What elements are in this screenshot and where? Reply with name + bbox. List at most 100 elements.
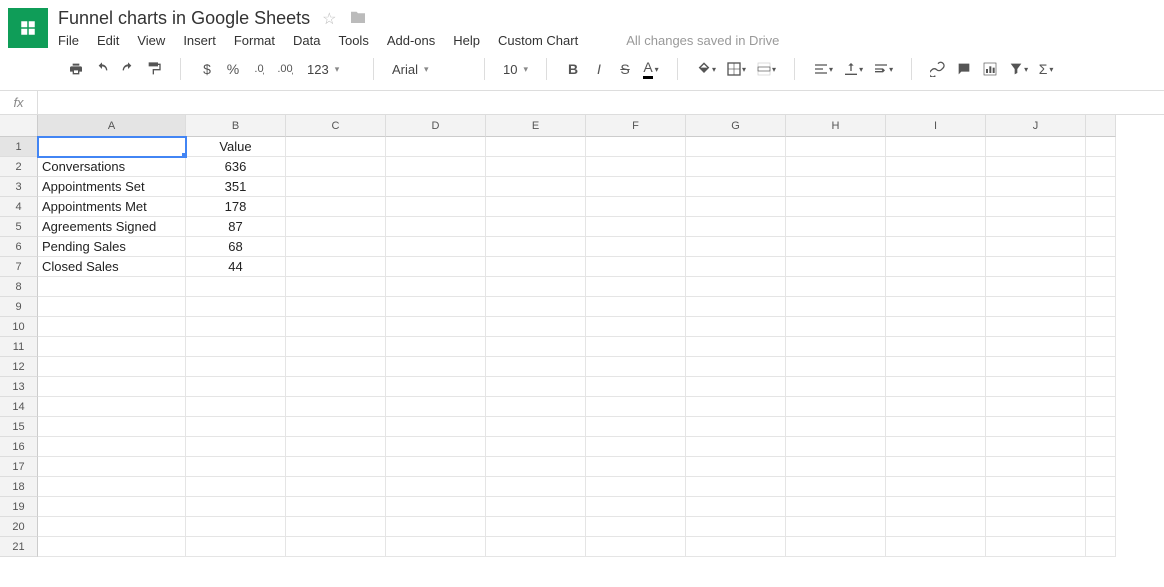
cell-E20[interactable] — [486, 517, 586, 537]
cell-J20[interactable] — [986, 517, 1086, 537]
cell-overflow-8[interactable] — [1086, 277, 1116, 297]
col-header-J[interactable]: J — [986, 115, 1086, 137]
bold-icon[interactable]: B — [561, 56, 585, 82]
cell-E9[interactable] — [486, 297, 586, 317]
cell-J1[interactable] — [986, 137, 1086, 157]
cell-I12[interactable] — [886, 357, 986, 377]
cell-F14[interactable] — [586, 397, 686, 417]
cell-F10[interactable] — [586, 317, 686, 337]
cell-overflow-14[interactable] — [1086, 397, 1116, 417]
cell-B21[interactable] — [186, 537, 286, 557]
cell-G21[interactable] — [686, 537, 786, 557]
menu-view[interactable]: View — [137, 33, 165, 48]
cell-overflow-12[interactable] — [1086, 357, 1116, 377]
cell-H13[interactable] — [786, 377, 886, 397]
cell-A15[interactable] — [38, 417, 186, 437]
cell-B15[interactable] — [186, 417, 286, 437]
row-header-1[interactable]: 1 — [0, 137, 38, 157]
cell-E3[interactable] — [486, 177, 586, 197]
menu-insert[interactable]: Insert — [183, 33, 216, 48]
cell-A2[interactable]: Conversations — [38, 157, 186, 177]
menu-tools[interactable]: Tools — [338, 33, 368, 48]
row-header-2[interactable]: 2 — [0, 157, 38, 177]
cell-D19[interactable] — [386, 497, 486, 517]
cell-D13[interactable] — [386, 377, 486, 397]
cell-G5[interactable] — [686, 217, 786, 237]
percent-icon[interactable]: % — [221, 56, 245, 82]
cell-H15[interactable] — [786, 417, 886, 437]
cell-H11[interactable] — [786, 337, 886, 357]
cell-G10[interactable] — [686, 317, 786, 337]
vertical-align-icon[interactable]: ▾ — [839, 56, 867, 82]
cell-A6[interactable]: Pending Sales — [38, 237, 186, 257]
cell-overflow-9[interactable] — [1086, 297, 1116, 317]
paint-format-icon[interactable] — [142, 56, 166, 82]
cell-E12[interactable] — [486, 357, 586, 377]
cell-J16[interactable] — [986, 437, 1086, 457]
cell-C21[interactable] — [286, 537, 386, 557]
fill-color-icon[interactable]: ▾ — [692, 56, 720, 82]
cell-J17[interactable] — [986, 457, 1086, 477]
insert-chart-icon[interactable] — [978, 56, 1002, 82]
cell-A8[interactable] — [38, 277, 186, 297]
cell-G13[interactable] — [686, 377, 786, 397]
cell-C18[interactable] — [286, 477, 386, 497]
row-header-6[interactable]: 6 — [0, 237, 38, 257]
formula-input[interactable] — [38, 91, 1164, 114]
cell-I7[interactable] — [886, 257, 986, 277]
cell-B12[interactable] — [186, 357, 286, 377]
cell-I21[interactable] — [886, 537, 986, 557]
row-header-3[interactable]: 3 — [0, 177, 38, 197]
cell-C17[interactable] — [286, 457, 386, 477]
cell-I10[interactable] — [886, 317, 986, 337]
cell-G2[interactable] — [686, 157, 786, 177]
cell-E7[interactable] — [486, 257, 586, 277]
cell-H9[interactable] — [786, 297, 886, 317]
cell-I9[interactable] — [886, 297, 986, 317]
cell-E1[interactable] — [486, 137, 586, 157]
cell-overflow-13[interactable] — [1086, 377, 1116, 397]
row-header-17[interactable]: 17 — [0, 457, 38, 477]
filter-icon[interactable]: ▾ — [1004, 56, 1032, 82]
cell-H6[interactable] — [786, 237, 886, 257]
col-header-G[interactable]: G — [686, 115, 786, 137]
cell-B8[interactable] — [186, 277, 286, 297]
row-header-16[interactable]: 16 — [0, 437, 38, 457]
menu-edit[interactable]: Edit — [97, 33, 119, 48]
cell-overflow-15[interactable] — [1086, 417, 1116, 437]
cell-E5[interactable] — [486, 217, 586, 237]
cell-A18[interactable] — [38, 477, 186, 497]
cell-overflow-10[interactable] — [1086, 317, 1116, 337]
menu-format[interactable]: Format — [234, 33, 275, 48]
cell-I2[interactable] — [886, 157, 986, 177]
cell-G12[interactable] — [686, 357, 786, 377]
cell-G8[interactable] — [686, 277, 786, 297]
cell-A9[interactable] — [38, 297, 186, 317]
text-wrap-icon[interactable]: ▾ — [869, 56, 897, 82]
cell-E16[interactable] — [486, 437, 586, 457]
cell-D21[interactable] — [386, 537, 486, 557]
col-header-overflow[interactable] — [1086, 115, 1116, 137]
cell-G1[interactable] — [686, 137, 786, 157]
cell-E4[interactable] — [486, 197, 586, 217]
cell-D9[interactable] — [386, 297, 486, 317]
col-header-B[interactable]: B — [186, 115, 286, 137]
cell-A17[interactable] — [38, 457, 186, 477]
cell-H21[interactable] — [786, 537, 886, 557]
cell-B5[interactable]: 87 — [186, 217, 286, 237]
cell-F6[interactable] — [586, 237, 686, 257]
cell-D3[interactable] — [386, 177, 486, 197]
cell-I20[interactable] — [886, 517, 986, 537]
font-size-dropdown[interactable]: 10▾ — [495, 56, 536, 82]
cell-F15[interactable] — [586, 417, 686, 437]
cell-D2[interactable] — [386, 157, 486, 177]
col-header-C[interactable]: C — [286, 115, 386, 137]
cell-E21[interactable] — [486, 537, 586, 557]
cell-J9[interactable] — [986, 297, 1086, 317]
cell-E15[interactable] — [486, 417, 586, 437]
cell-I14[interactable] — [886, 397, 986, 417]
cell-H20[interactable] — [786, 517, 886, 537]
col-header-I[interactable]: I — [886, 115, 986, 137]
cell-I13[interactable] — [886, 377, 986, 397]
cell-J10[interactable] — [986, 317, 1086, 337]
